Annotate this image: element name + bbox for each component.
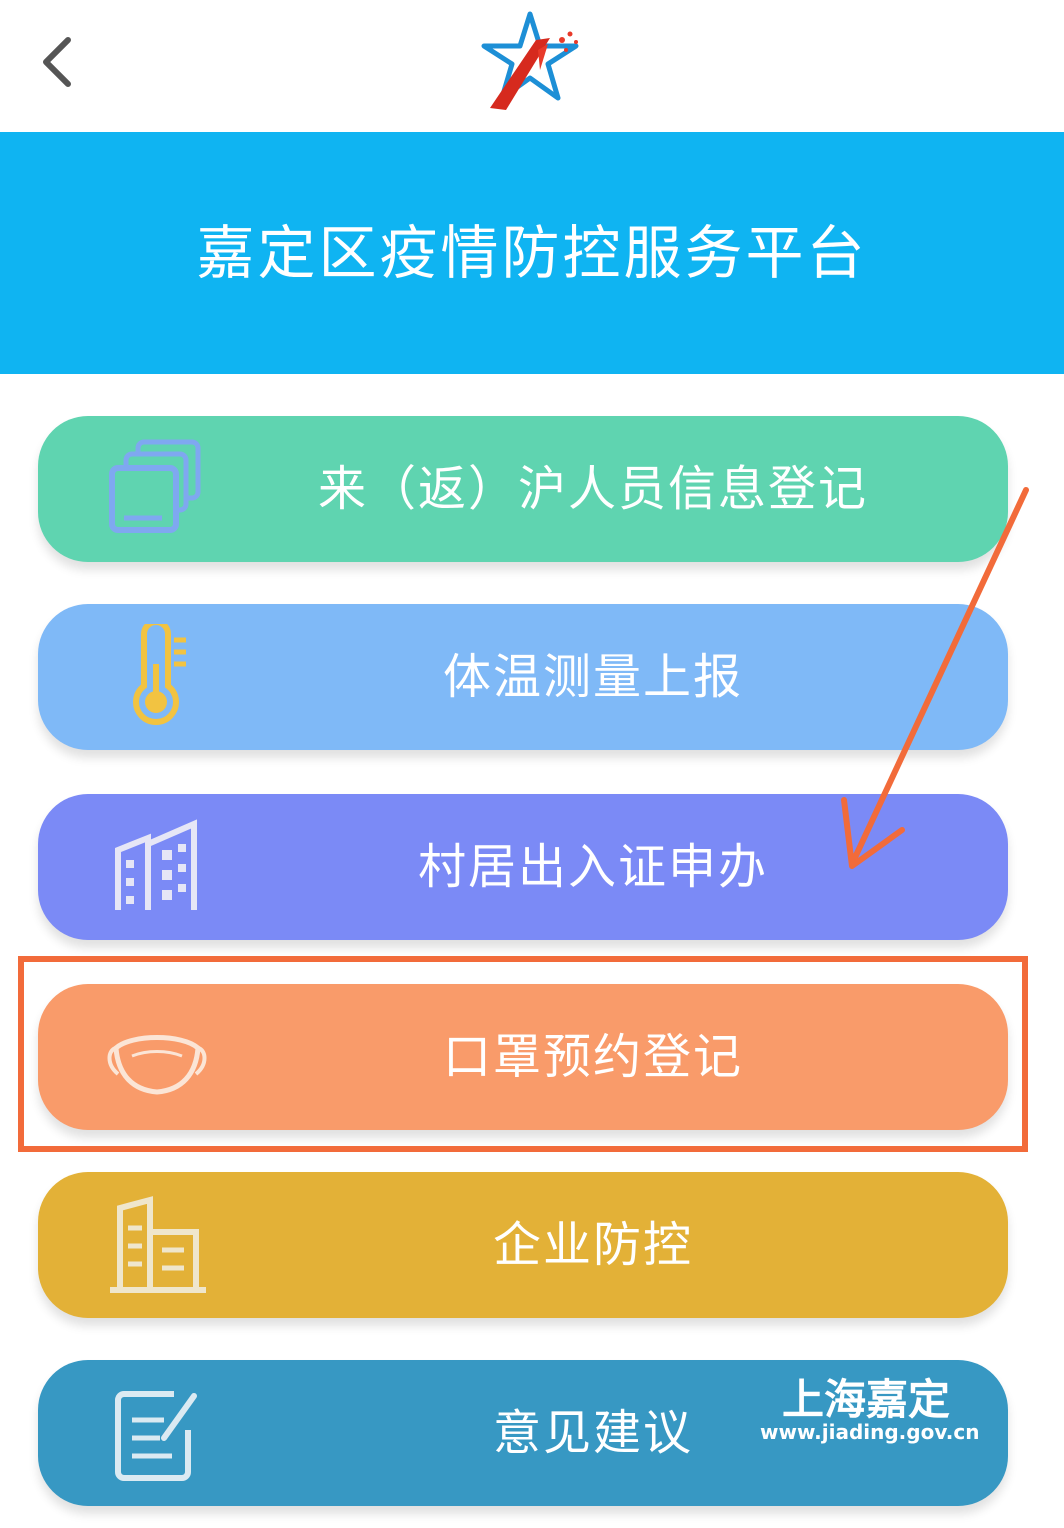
thermometer-icon <box>102 619 212 730</box>
registration-button[interactable]: 来（返）沪人员信息登记 <box>38 416 1008 562</box>
star-logo-icon <box>481 11 579 110</box>
chevron-left-icon <box>43 37 71 87</box>
enterprise-control-label: 企业防控 <box>492 1217 693 1273</box>
buildings-icon <box>102 814 212 920</box>
office-building-icon <box>102 1192 212 1298</box>
village-pass-button[interactable]: 村居出入证申办 <box>38 794 1008 940</box>
documents-stack-icon <box>102 436 212 542</box>
enterprise-control-button[interactable]: 企业防控 <box>38 1172 1008 1318</box>
edit-note-icon <box>102 1380 212 1486</box>
top-bar <box>0 0 1064 132</box>
page-title: 嘉定区疫情防控服务平台 <box>196 219 868 287</box>
feedback-button[interactable]: 意见建议 <box>38 1360 1008 1506</box>
temperature-report-label: 体温测量上报 <box>442 649 743 705</box>
app-logo <box>478 10 590 114</box>
village-pass-label: 村居出入证申办 <box>417 839 768 895</box>
mask-reservation-button[interactable]: 口罩预约登记 <box>38 984 1008 1130</box>
temperature-report-button[interactable]: 体温测量上报 <box>38 604 1008 750</box>
banner: 嘉定区疫情防控服务平台 <box>0 132 1064 374</box>
registration-label: 来（返）沪人员信息登记 <box>317 461 868 517</box>
feedback-label: 意见建议 <box>492 1405 693 1461</box>
face-mask-icon <box>102 1004 212 1110</box>
back-button[interactable] <box>28 28 92 98</box>
mask-reservation-label: 口罩预约登记 <box>442 1029 743 1085</box>
